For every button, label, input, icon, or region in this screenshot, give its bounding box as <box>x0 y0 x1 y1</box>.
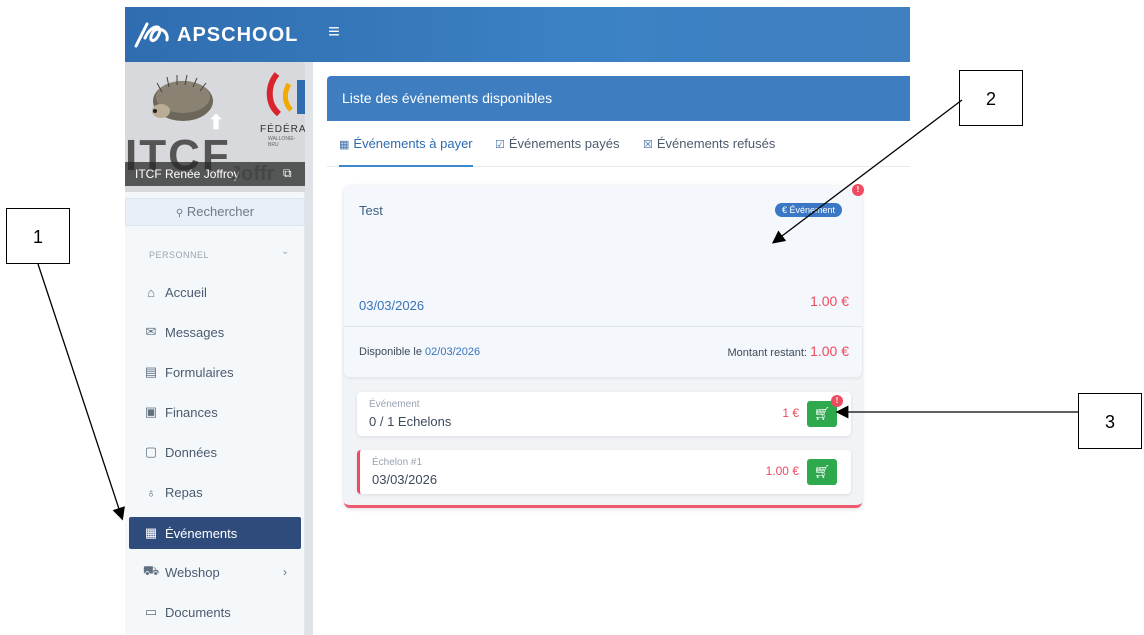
federation-logo-icon <box>266 72 305 117</box>
list-item: Événement 0 / 1 Echelons 1 € 🛒︎ ! <box>357 392 851 436</box>
alert-icon: ! <box>831 395 843 407</box>
remaining-value: 1.00 € <box>810 343 849 359</box>
sidebar-item-label: Accueil <box>165 284 207 300</box>
envelope-icon: ✉ <box>145 324 157 339</box>
sidebar-scrollbar[interactable] <box>305 62 313 635</box>
sidebar-item-label: Finances <box>165 404 218 420</box>
chevron-down-icon[interactable]: ⌄ <box>281 246 289 257</box>
row-price: 1.00 € <box>765 464 799 478</box>
row-price: 1 € <box>782 406 799 420</box>
calendar-check-icon: ☑ <box>495 139 505 151</box>
sidebar-item-formulaires[interactable]: ▤ Formulaires <box>129 356 301 388</box>
app-name: APSCHOOL <box>177 23 299 46</box>
sidebar-item-label: Événements <box>165 525 238 541</box>
cart-plus-icon: 🛒︎ <box>813 464 831 479</box>
top-bar: APSCHOOL ≡ <box>125 7 910 62</box>
sidebar-item-label: Formulaires <box>165 364 234 380</box>
search-button[interactable]: ⚲ Rechercher <box>125 198 305 226</box>
tab-label: Événements à payer <box>353 136 473 151</box>
sidebar-item-label: Documents <box>165 604 231 620</box>
annotation-callout-3: 3 <box>1078 393 1142 449</box>
form-icon: ▤ <box>144 364 158 379</box>
sidebar-item-evenements[interactable]: ▦ Événements <box>129 517 301 549</box>
hamburger-menu-icon[interactable]: ≡ <box>323 21 345 43</box>
calendar-icon: ▦ <box>144 525 158 540</box>
sidebar-item-webshop[interactable]: ⛟ Webshop › <box>129 556 301 588</box>
chevron-right-icon: › <box>283 565 287 579</box>
remaining-amount: Montant restant: 1.00 € <box>644 343 850 359</box>
tab-evenements-payes[interactable]: ☑ Événements payés <box>495 121 619 167</box>
tab-bar: ▦ Événements à payer ☑ Événements payés ☒ É… <box>327 121 910 167</box>
tab-label: Événements payés <box>508 136 620 151</box>
event-availability: Disponible le 02/03/2026 Montant restant… <box>344 327 862 377</box>
remaining-label: Montant restant: <box>727 347 808 359</box>
sidebar-item-accueil[interactable]: ⌂ Accueil <box>129 276 301 308</box>
search-label: Rechercher <box>186 204 255 219</box>
calendar-x-icon: ☒ <box>643 139 653 151</box>
upload-icon[interactable]: ⬆ <box>205 110 227 134</box>
search-icon: ⚲ <box>175 208 184 219</box>
section-label: PERSONNEL <box>149 250 210 260</box>
list-item: Échelon #1 03/03/2026 1.00 € 🛒︎ <box>357 450 851 494</box>
apschool-logo-icon <box>134 22 169 48</box>
tab-evenements-a-payer[interactable]: ▦ Événements à payer <box>339 121 473 167</box>
profile-name: ITCF Renée Joffroy <box>125 162 305 186</box>
row-label: Échelon #1 <box>372 457 423 468</box>
finance-icon: ▣ <box>144 404 158 419</box>
cart-plus-icon: 🛒︎ <box>813 406 831 421</box>
sidebar-item-finances[interactable]: ▣ Finances <box>129 396 301 428</box>
sidebar-item-documents[interactable]: ▭ Documents <box>129 596 301 628</box>
tab-label: Événements refusés <box>656 136 776 151</box>
annotation-callout-1: 1 <box>6 208 70 264</box>
event-date: 03/03/2026 <box>359 298 425 313</box>
profile-name-background: Joffr <box>230 163 275 185</box>
sidebar-item-label: Messages <box>165 324 225 340</box>
federation-name: FÉDÉRAT <box>260 124 305 135</box>
row-label: Événement <box>369 399 420 410</box>
sidebar-item-donnees[interactable]: ▢ Données <box>129 436 301 468</box>
event-title: Test <box>359 203 383 218</box>
federation-subtitle: WALLONIE-BRU <box>268 136 296 148</box>
sidebar-item-label: Données <box>165 444 218 460</box>
sidebar-item-label: Webshop <box>165 564 220 580</box>
meal-icon: ♁ <box>146 484 156 500</box>
calendar-icon: ▦ <box>339 139 350 151</box>
brand-logo[interactable]: APSCHOOL <box>133 19 298 51</box>
sidebar: ⬆ FÉDÉRAT WALLONIE-BRU ITCF ITCF Renée J… <box>125 62 305 635</box>
cart-icon: ⛟ <box>142 563 160 578</box>
data-icon: ▢ <box>144 444 158 459</box>
event-price: 1.00 € <box>810 293 849 309</box>
panel-title: Liste des événements disponibles <box>327 76 910 121</box>
external-link-icon[interactable]: ⧉ <box>283 166 297 180</box>
home-icon: ⌂ <box>147 284 155 300</box>
row-value: 03/03/2026 <box>372 472 438 487</box>
sidebar-item-repas[interactable]: ♁ Repas <box>129 476 301 508</box>
event-card-header[interactable]: Test € Événement 03/03/2026 1.00 € <box>344 186 862 326</box>
event-type-badge: € Événement <box>775 203 843 217</box>
alert-icon: ! <box>852 184 864 196</box>
folder-icon: ▭ <box>144 604 158 619</box>
row-value: 0 / 1 Echelons <box>369 414 452 429</box>
arrow-1 <box>37 263 125 521</box>
add-to-cart-button[interactable]: 🛒︎ <box>807 459 837 485</box>
available-label: Disponible le <box>359 346 422 358</box>
profile-header[interactable]: ⬆ FÉDÉRAT WALLONIE-BRU ITCF ITCF Renée J… <box>125 62 305 192</box>
available-date-label: Disponible le 02/03/2026 <box>359 346 480 358</box>
sidebar-item-label: Repas <box>165 484 203 500</box>
sidebar-item-messages[interactable]: ✉ Messages <box>129 316 301 348</box>
annotation-callout-2: 2 <box>959 70 1023 126</box>
event-card: Test € Événement 03/03/2026 1.00 € ! Dis… <box>344 184 864 508</box>
tab-evenements-refuses[interactable]: ☒ Événements refusés <box>643 121 775 167</box>
available-date: 02/03/2026 <box>425 346 481 358</box>
